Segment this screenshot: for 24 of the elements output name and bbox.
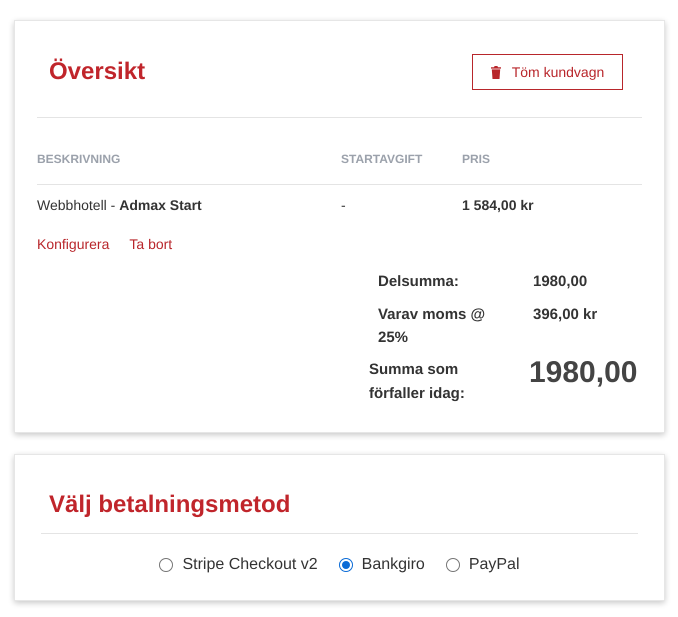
payment-title: Välj betalningsmetod	[49, 490, 290, 520]
empty-cart-button[interactable]: Töm kundvagn	[472, 54, 623, 90]
total-value: 1980,00	[529, 357, 638, 389]
subtotal-value: 1980,00	[533, 272, 588, 292]
column-header: STARTAVGIFT	[341, 152, 422, 166]
tax-value: 396,00 kr	[533, 305, 598, 325]
tax-label: Varav moms @ 25%	[378, 305, 486, 348]
column-header: PRIS	[462, 152, 490, 166]
payment-method-label[interactable]: Stripe Checkout v2	[182, 555, 318, 575]
item-action-link[interactable]: Konfigurera	[37, 234, 110, 254]
radio-button[interactable]	[159, 558, 174, 572]
radio-button[interactable]	[446, 558, 460, 572]
radio-button[interactable]	[338, 558, 353, 572]
item-description: Webbhotell - Admax Start	[37, 196, 202, 215]
total-label: Summa som förfaller idag:	[369, 360, 466, 404]
subtotal-label: Delsumma:	[378, 272, 460, 292]
payment-method-label[interactable]: Bankgiro	[362, 555, 425, 575]
item-price: 1 584,00 kr	[462, 196, 534, 215]
payment-method-label[interactable]: PayPal	[468, 555, 520, 575]
column-header: BESKRIVNING	[37, 152, 120, 166]
setup-fee: -	[341, 196, 346, 215]
item-action-link[interactable]: Ta bort	[129, 234, 172, 254]
overview-title: Översikt	[49, 57, 146, 87]
trash-icon	[490, 66, 501, 78]
